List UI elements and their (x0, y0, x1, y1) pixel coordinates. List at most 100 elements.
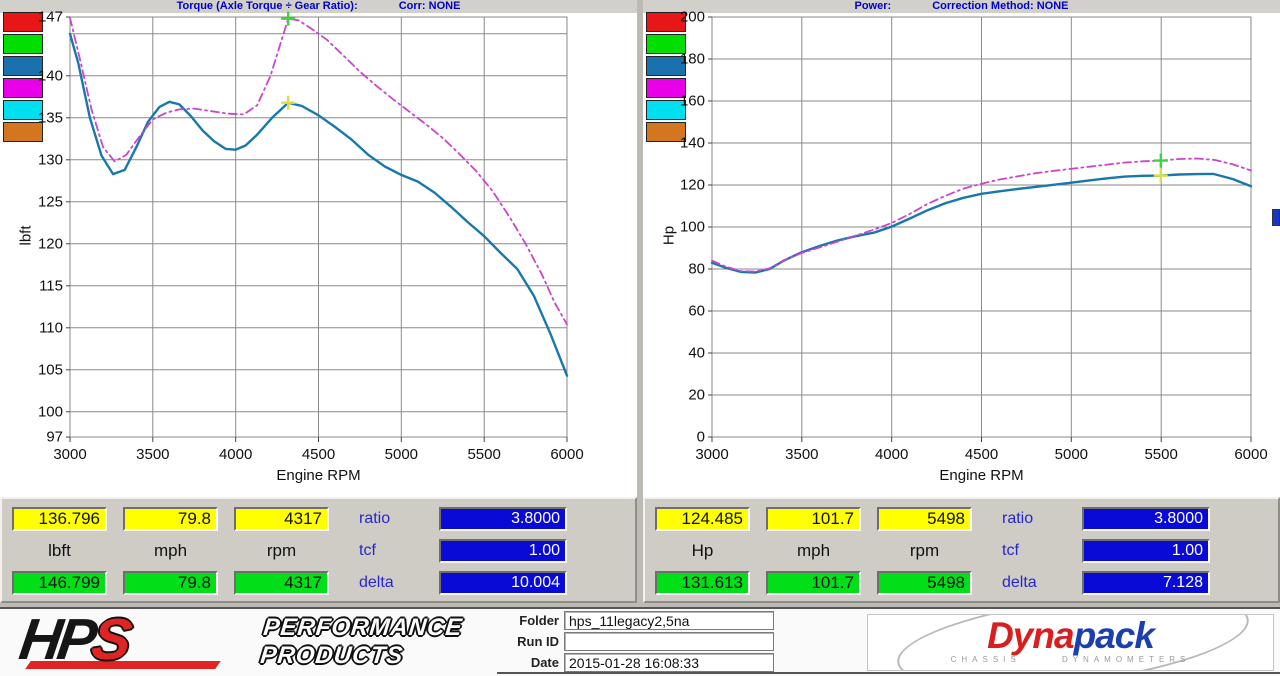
x-tick-label: 5500 (1144, 446, 1177, 463)
y-tick-label: 60 (688, 303, 705, 320)
hps-logo: HPS PERFORMANCE PRODUCTS (0, 609, 497, 676)
torque-peak-value: 136.796 (12, 507, 107, 531)
power-peak-value: 124.485 (655, 507, 750, 531)
power-readout-panel: 124.485 101.7 5498 ratio 3.8000 Hp mph r… (643, 497, 1280, 603)
hps-logo-line2: PRODUCTS (259, 642, 405, 669)
dynapack-subtitle: CHASSIS DYNAMOMETERS (868, 655, 1273, 664)
footer-bar: HPS PERFORMANCE PRODUCTS Folder Run ID D… (0, 607, 1280, 676)
tcf-label: tcf (988, 539, 1066, 563)
torque-peak-speed: 79.8 (123, 507, 218, 531)
x-tick-label: 6000 (550, 446, 583, 463)
x-tick-label: 4500 (302, 446, 335, 463)
rpm-unit-label: rpm (234, 539, 329, 563)
date-input[interactable] (564, 653, 774, 672)
dynapack-pack: pack (1074, 615, 1154, 656)
delta-label: delta (345, 571, 423, 595)
y-tick-label: 0 (697, 429, 705, 446)
folder-label: Folder (497, 613, 559, 628)
y-tick-label: 105 (38, 361, 63, 378)
date-label: Date (497, 655, 559, 670)
torque-ref-peak-speed: 79.8 (123, 571, 218, 595)
dyno-app-window: Torque (Axle Torque ÷ Gear Ratio): Corr:… (0, 0, 1280, 676)
power-ref-peak-value: 131.613 (655, 571, 750, 595)
x-tick-label: 3500 (136, 446, 169, 463)
power-run-legend (646, 12, 686, 142)
run-info-form: Folder Run ID Date (497, 609, 787, 674)
torque-ref-peak-value: 146.799 (12, 571, 107, 595)
x-tick-label: 5000 (1055, 446, 1088, 463)
x-axis-label: Engine RPM (276, 467, 360, 484)
x-tick-label: 3000 (695, 446, 728, 463)
power-unit-label: Hp (655, 539, 750, 563)
y-tick-label: 160 (680, 93, 705, 110)
x-axis-label: Engine RPM (939, 467, 1023, 484)
x-tick-label: 3000 (53, 446, 86, 463)
y-tick-label: 20 (688, 387, 705, 404)
y-tick-label: 140 (680, 135, 705, 152)
y-tick-label: 200 (680, 9, 705, 26)
torque-y-axis-label: lbft (18, 216, 35, 256)
delta-value: 7.128 (1082, 571, 1210, 595)
torque-peak-rpm: 4317 (234, 507, 329, 531)
y-tick-label: 40 (688, 345, 705, 362)
y-tick-label: 100 (38, 403, 63, 420)
torque-readout-panel: 136.796 79.8 4317 ratio 3.8000 lbft mph … (0, 497, 637, 603)
folder-input[interactable] (564, 611, 774, 630)
power-y-axis-label: Hp (661, 216, 678, 256)
speed-unit-label: mph (766, 539, 861, 563)
dynapack-logo: Dynapack CHASSIS DYNAMOMETERS (867, 614, 1274, 671)
power-chart-panel: Power: Correction Method: NONE Hp 200180… (643, 0, 1280, 497)
y-tick-label: 125 (38, 193, 63, 210)
speed-unit-label: mph (123, 539, 218, 563)
dynapack-logo-area: Dynapack CHASSIS DYNAMOMETERS (787, 609, 1280, 674)
x-tick-label: 5500 (467, 446, 500, 463)
y-tick-label: 130 (38, 151, 63, 168)
x-tick-label: 5000 (385, 446, 418, 463)
dynapack-wordmark: Dynapack (868, 615, 1273, 657)
rpm-unit-label: rpm (877, 539, 972, 563)
tcf-label: tcf (345, 539, 423, 563)
run-id-row: Run ID (497, 632, 787, 651)
hps-logo-line1: PERFORMANCE (262, 614, 464, 641)
torque-ref-peak-rpm: 4317 (234, 571, 329, 595)
ratio-value: 3.8000 (1082, 507, 1210, 531)
y-tick-label: 80 (688, 261, 705, 278)
torque-chart-panel: Torque (Axle Torque ÷ Gear Ratio): Corr:… (0, 0, 637, 497)
y-tick-label: 97 (46, 429, 63, 446)
hps-logo-words: PERFORMANCE PRODUCTS (259, 614, 464, 670)
delta-label: delta (988, 571, 1066, 595)
x-tick-label: 4500 (965, 446, 998, 463)
ratio-value: 3.8000 (439, 507, 567, 531)
y-tick-label: 147 (38, 9, 63, 26)
dynapack-dyna: Dyna (987, 615, 1073, 656)
y-tick-label: 180 (680, 51, 705, 68)
legend-swatch[interactable] (3, 34, 43, 54)
ratio-label: ratio (345, 507, 423, 531)
y-tick-label: 135 (38, 109, 63, 126)
power-peak-rpm: 5498 (877, 507, 972, 531)
hps-logo-hp: HP (16, 609, 98, 672)
y-tick-label: 115 (39, 277, 63, 294)
power-plot (643, 0, 1280, 497)
power-ref-peak-rpm: 5498 (877, 571, 972, 595)
x-tick-label: 4000 (875, 446, 908, 463)
torque-plot (0, 0, 637, 497)
tcf-value: 1.00 (439, 539, 567, 563)
y-tick-label: 120 (38, 235, 63, 252)
power-peak-speed: 101.7 (766, 507, 861, 531)
x-tick-label: 6000 (1234, 446, 1267, 463)
y-tick-label: 120 (680, 177, 705, 194)
y-tick-label: 100 (680, 219, 705, 236)
x-tick-label: 4000 (219, 446, 252, 463)
delta-value: 10.004 (439, 571, 567, 595)
ratio-label: ratio (988, 507, 1066, 531)
right-edge-marker (1272, 209, 1280, 226)
torque-unit-label: lbft (12, 539, 107, 563)
x-tick-label: 3500 (785, 446, 818, 463)
run-id-label: Run ID (497, 634, 559, 649)
folder-row: Folder (497, 611, 787, 630)
y-tick-label: 110 (39, 319, 63, 336)
run-id-input[interactable] (564, 632, 774, 651)
y-tick-label: 140 (38, 67, 63, 84)
tcf-value: 1.00 (1082, 539, 1210, 563)
